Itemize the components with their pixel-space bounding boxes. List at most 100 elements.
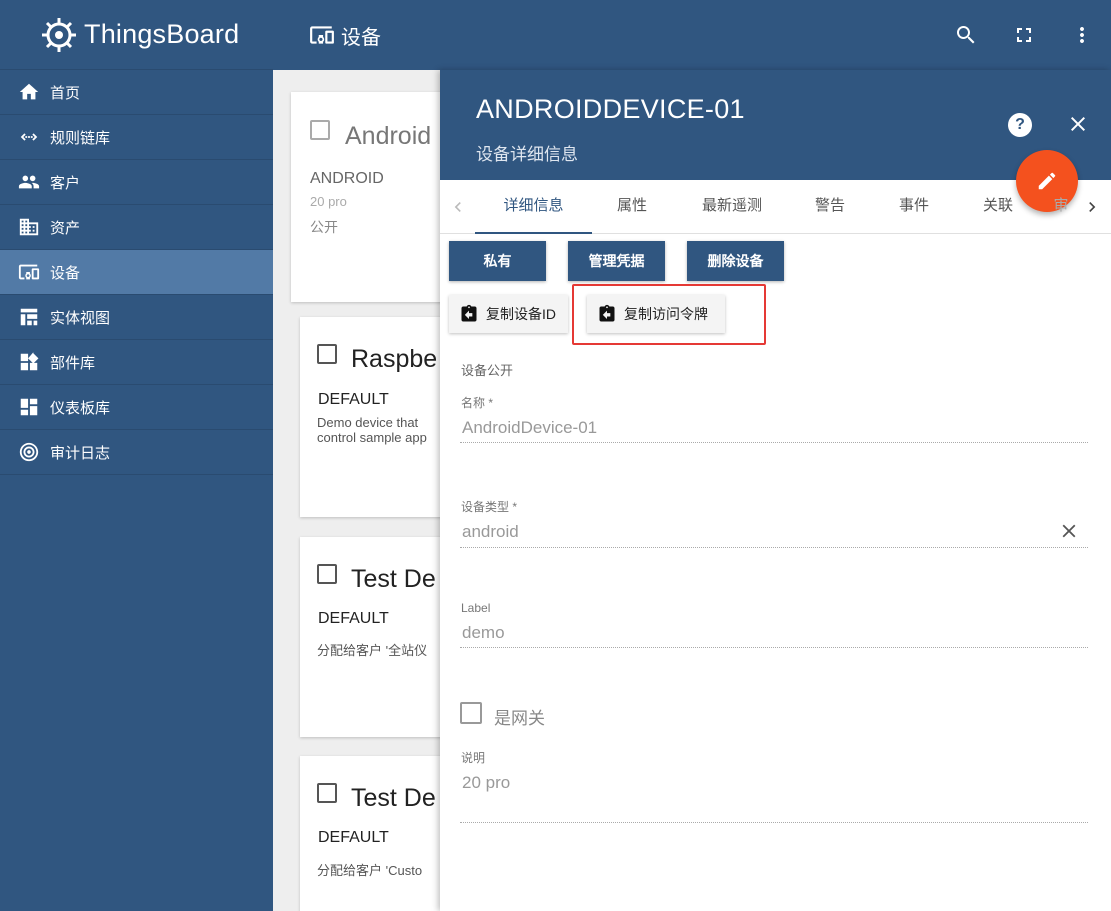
- sidebar-item-label: 实体视图: [50, 309, 111, 327]
- card-checkbox[interactable]: [317, 783, 337, 803]
- sidebar-item-customers[interactable]: 客户: [0, 160, 273, 205]
- copy-device-id-label: 复制设备ID: [486, 306, 556, 322]
- sidebar-item-label: 资产: [50, 219, 81, 237]
- sidebar-item-label: 部件库: [50, 354, 96, 372]
- name-field-underline: [460, 442, 1088, 443]
- device-details-panel: ANDROIDDEVICE-01 设备详细信息 ? 详细信息 属性 最新遥测 警…: [440, 70, 1111, 911]
- details-tabs: 详细信息 属性 最新遥测 警告 事件 关联 审: [440, 180, 1111, 234]
- sidebar-item-label: 首页: [50, 84, 81, 102]
- is-gateway-label: 是网关: [494, 709, 545, 728]
- chevron-right-icon[interactable]: [1082, 197, 1102, 217]
- sidebar-item-devices[interactable]: 设备: [0, 250, 273, 295]
- sidebar-item-audit-logs[interactable]: 审计日志: [0, 430, 273, 475]
- sidebar-item-label: 仪表板库: [50, 399, 111, 417]
- device-type-field-label: 设备类型 *: [461, 500, 518, 514]
- sidebar-item-label: 审计日志: [50, 444, 111, 462]
- card-description: 分配给客户 '全站仪: [317, 643, 428, 658]
- is-gateway-checkbox[interactable]: [460, 702, 482, 724]
- page-title: 设备: [341, 26, 381, 49]
- name-field[interactable]: AndroidDevice-01: [462, 418, 597, 438]
- fullscreen-icon: [1017, 28, 1031, 42]
- top-toolbar: 设备: [273, 0, 1111, 70]
- description-field-label: 说明: [461, 751, 486, 765]
- card-checkbox[interactable]: [317, 564, 337, 584]
- card-type: ANDROID: [310, 170, 384, 187]
- audit-log-icon: [17, 440, 41, 464]
- device-card[interactable]: Test De DEFAULT 分配给客户 'Custo: [300, 756, 460, 911]
- assets-icon: [17, 215, 41, 239]
- thingsboard-logo-icon: [42, 17, 76, 52]
- card-title: Raspbe: [351, 345, 438, 373]
- manage-credentials-button[interactable]: 管理凭据: [568, 241, 665, 281]
- card-description: 20 pro: [310, 194, 347, 209]
- devices-icon: [17, 260, 41, 284]
- close-icon[interactable]: [1066, 112, 1090, 136]
- tab-details[interactable]: 详细信息: [475, 180, 592, 234]
- sidebar: ThingsBoard 首页 规则链库 客户 资产 设备 实体视图 部件库 仪表…: [0, 0, 273, 911]
- name-field-label: 名称 *: [461, 396, 494, 410]
- entity-view-icon: [17, 305, 41, 329]
- label-field-underline: [460, 647, 1088, 648]
- devices-icon: [310, 26, 334, 44]
- widgets-icon: [17, 350, 41, 374]
- brand[interactable]: ThingsBoard: [0, 0, 273, 70]
- help-icon[interactable]: ?: [1008, 113, 1032, 137]
- sidebar-item-home[interactable]: 首页: [0, 70, 273, 115]
- sidebar-item-rule-chains[interactable]: 规则链库: [0, 115, 273, 160]
- dashboards-icon: [17, 395, 41, 419]
- make-private-button[interactable]: 私有: [449, 241, 546, 281]
- details-title: ANDROIDDEVICE-01: [476, 94, 745, 124]
- more-menu-button[interactable]: [1053, 0, 1111, 70]
- sidebar-item-label: 设备: [50, 264, 81, 282]
- card-title: Test De: [351, 784, 436, 812]
- card-public-label: 公开: [310, 219, 338, 235]
- label-field-label: Label: [461, 601, 491, 615]
- sidebar-item-label: 客户: [50, 174, 81, 192]
- description-field[interactable]: 20 pro: [462, 773, 510, 793]
- tab-audit-logs[interactable]: 审: [1050, 180, 1072, 234]
- sidebar-item-entity-views[interactable]: 实体视图: [0, 295, 273, 340]
- details-subtitle: 设备详细信息: [476, 145, 578, 164]
- device-card[interactable]: Raspbe DEFAULT Demo device that control …: [300, 317, 460, 517]
- sidebar-item-assets[interactable]: 资产: [0, 205, 273, 250]
- sidebar-item-label: 规则链库: [50, 129, 111, 147]
- device-card[interactable]: Android ANDROID 20 pro 公开: [291, 92, 451, 302]
- description-field-underline: [460, 822, 1088, 823]
- home-icon: [17, 80, 41, 104]
- card-checkbox[interactable]: [317, 344, 337, 364]
- rule-chain-icon: [17, 125, 41, 149]
- tab-latest-telemetry[interactable]: 最新遥测: [686, 180, 778, 234]
- card-description: 分配给客户 'Custo: [317, 863, 423, 878]
- device-type-field[interactable]: android: [462, 522, 519, 542]
- device-public-label: 设备公开: [461, 363, 514, 378]
- sidebar-item-dashboards[interactable]: 仪表板库: [0, 385, 273, 430]
- device-card[interactable]: Test De DEFAULT 分配给客户 '全站仪: [300, 537, 460, 737]
- search-icon: [957, 26, 975, 44]
- app-title: ThingsBoard: [84, 19, 240, 49]
- chevron-left-icon[interactable]: [448, 197, 468, 217]
- card-type: DEFAULT: [318, 391, 389, 408]
- highlight-box: [572, 284, 766, 345]
- card-type: DEFAULT: [318, 610, 389, 627]
- delete-device-button[interactable]: 删除设备: [687, 241, 784, 281]
- sidebar-item-widgets[interactable]: 部件库: [0, 340, 273, 385]
- details-header: ANDROIDDEVICE-01 设备详细信息 ?: [440, 70, 1111, 180]
- more-vert-icon: [1080, 27, 1084, 43]
- tab-alarms[interactable]: 警告: [792, 180, 868, 234]
- customers-icon: [17, 170, 41, 194]
- tab-events[interactable]: 事件: [876, 180, 952, 234]
- tab-relations[interactable]: 关联: [960, 180, 1036, 234]
- card-description: Demo device that control sample app: [317, 415, 427, 445]
- tab-attributes[interactable]: 属性: [592, 180, 672, 234]
- card-title: Test De: [351, 565, 436, 593]
- search-button[interactable]: [937, 0, 995, 70]
- clear-icon[interactable]: [1058, 520, 1080, 542]
- clipboard-arrow-icon: [461, 304, 477, 322]
- device-type-field-underline: [460, 547, 1088, 548]
- card-title: Android: [345, 122, 432, 150]
- fullscreen-button[interactable]: [995, 0, 1053, 70]
- copy-device-id-button[interactable]: 复制设备ID: [449, 295, 568, 333]
- card-type: DEFAULT: [318, 829, 389, 846]
- card-checkbox[interactable]: [310, 120, 330, 140]
- label-field[interactable]: demo: [462, 623, 505, 643]
